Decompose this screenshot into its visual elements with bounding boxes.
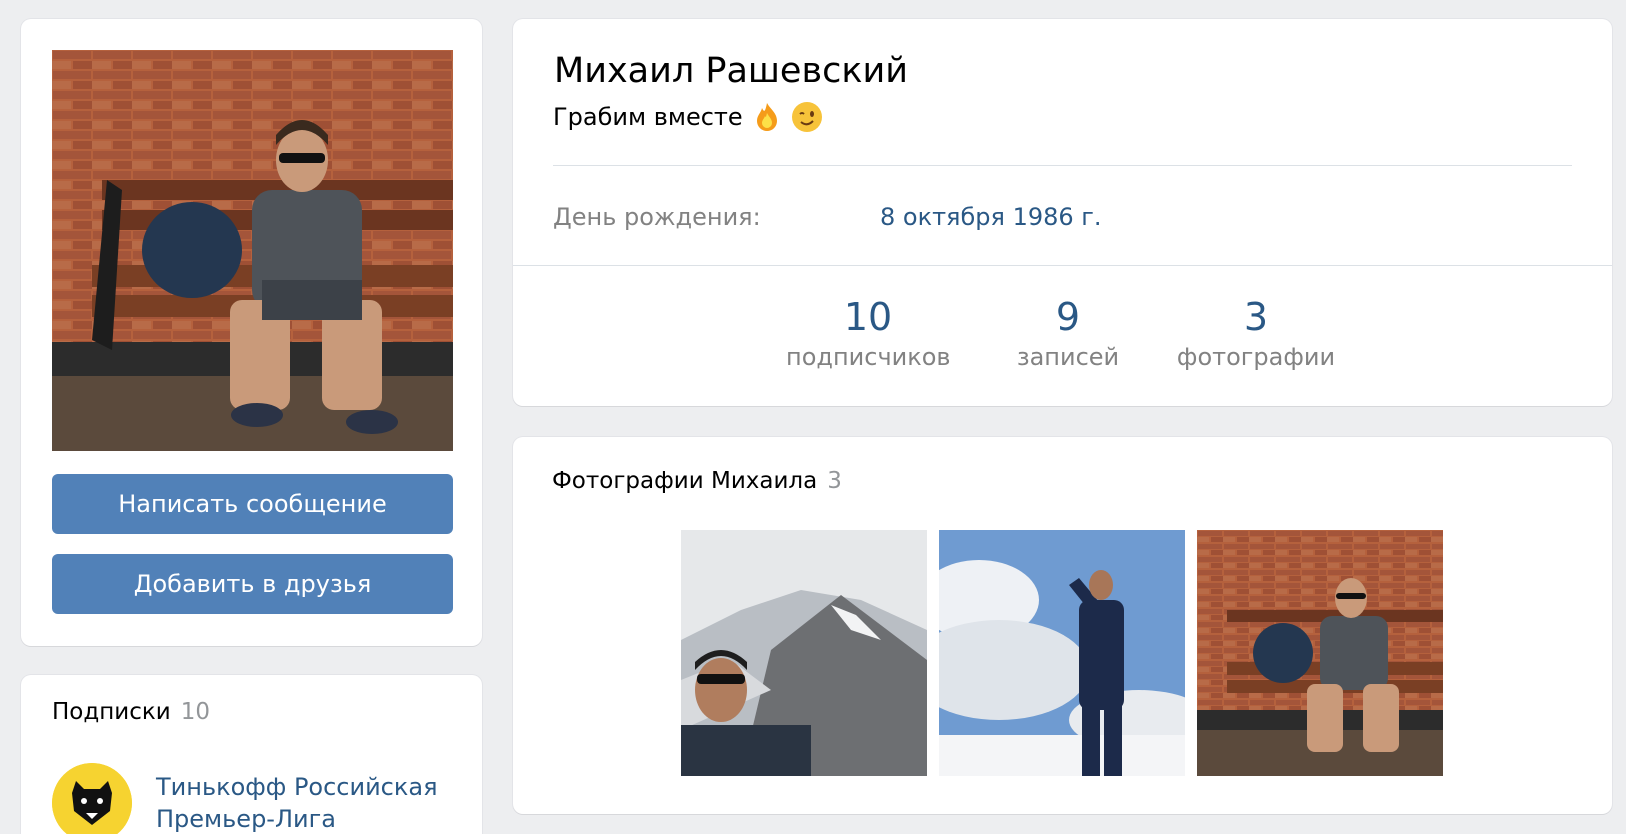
photo-thumbnail[interactable] — [1197, 530, 1443, 776]
birthday-value[interactable]: 8 октября 1986 г. — [880, 203, 1102, 231]
stat-photos[interactable]: 3 фотографии — [1176, 295, 1336, 371]
photo-thumbnail[interactable] — [681, 530, 927, 776]
avatar-card: Написать сообщение Добавить в друзья — [21, 19, 482, 646]
bear-logo-icon[interactable] — [52, 763, 132, 834]
subscription-item-name[interactable]: Тинькофф Российская Премьер-Лига — [156, 771, 456, 834]
add-friend-button[interactable]: Добавить в друзья — [52, 554, 453, 614]
stat-followers[interactable]: 10 подписчиков — [786, 295, 951, 371]
profile-info-card: Михаил Рашевский Грабим вместе День рожд… — [513, 19, 1612, 406]
stat-followers-label: подписчиков — [786, 343, 951, 371]
status-text: Грабим вместе — [553, 103, 743, 131]
photos-card: Фотографии Михаила 3 — [513, 437, 1612, 814]
subscriptions-title: Подписки — [52, 699, 171, 725]
photos-title: Фотографии Михаила — [552, 468, 818, 494]
profile-name: Михаил Рашевский — [554, 51, 908, 91]
wink-emoji-icon — [791, 101, 823, 133]
photo-thumbnail[interactable] — [939, 530, 1185, 776]
profile-status: Грабим вместе — [553, 101, 823, 133]
birthday-label: День рождения: — [553, 203, 761, 231]
stat-posts-count: 9 — [1055, 295, 1081, 339]
stat-followers-count: 10 — [843, 295, 893, 339]
divider — [513, 265, 1612, 266]
subscriptions-count: 10 — [180, 699, 211, 725]
divider — [553, 165, 1572, 166]
stat-posts[interactable]: 9 записей — [1013, 295, 1123, 371]
stat-photos-label: фотографии — [1176, 343, 1336, 371]
stat-photos-count: 3 — [1243, 295, 1269, 339]
stat-posts-label: записей — [1016, 343, 1120, 371]
photos-count: 3 — [827, 468, 842, 494]
photos-header[interactable]: Фотографии Михаила 3 — [552, 468, 842, 494]
send-message-button[interactable]: Написать сообщение — [52, 474, 453, 534]
subscriptions-header[interactable]: Подписки 10 — [52, 699, 210, 725]
subscriptions-card: Подписки 10 Тинькофф Российская Премьер-Л… — [21, 675, 482, 834]
fire-emoji-icon — [751, 101, 783, 133]
profile-photo[interactable] — [52, 50, 453, 451]
